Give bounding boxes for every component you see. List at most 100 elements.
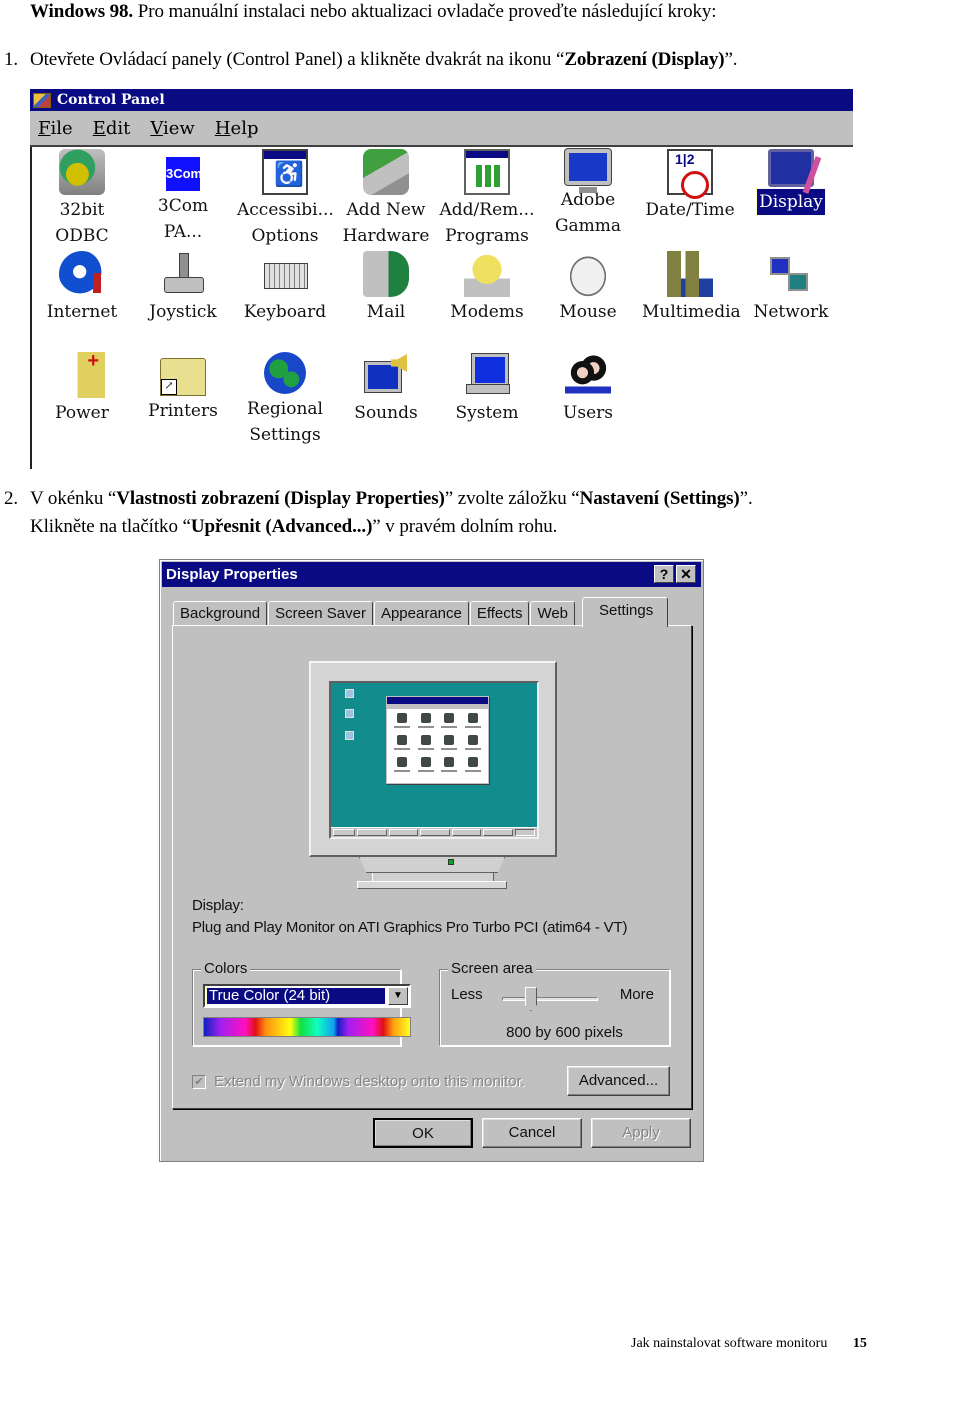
power-icon <box>59 350 105 398</box>
step1-number: 1. <box>4 49 19 70</box>
control-panel-item-regional-settings[interactable]: Regional Settings <box>235 352 335 448</box>
control-panel-item-label: Add New <box>346 200 426 220</box>
control-panel-item-keyboard[interactable]: Keyboard <box>235 251 335 325</box>
control-panel-item-label-line2: Options <box>251 226 319 246</box>
extend-desktop-checkbox[interactable]: ✔ Extend my Windows desktop onto this mo… <box>192 1073 525 1090</box>
control-panel-item-label: Joystick <box>149 302 217 322</box>
control-panel-item-label: Add/Rem... <box>439 200 535 220</box>
control-panel-folder-icon <box>33 92 51 108</box>
control-panel-item-label: Mouse <box>559 302 617 322</box>
display-properties-titlebar[interactable]: Display Properties ? ✕ <box>162 562 701 587</box>
control-panel-item-label: Regional <box>247 399 323 419</box>
control-panel-item-adobe-gamma[interactable]: Adobe Gamma <box>538 148 638 239</box>
control-panel-item-label-line2: ODBC <box>55 226 109 246</box>
slider-track[interactable] <box>502 997 598 1001</box>
mini-control-panel-window <box>386 696 489 784</box>
mini-my-computer-icon <box>337 689 361 699</box>
control-panel-item-label: 3Com <box>157 196 209 216</box>
monitor-preview <box>309 661 557 857</box>
less-label: Less <box>451 986 483 1003</box>
step2-text: ” zvolte záložku “ <box>444 488 580 509</box>
step2-text: V okénku “ <box>30 488 117 509</box>
control-panel-item-label: Date/Time <box>645 200 735 220</box>
tab-web[interactable]: Web <box>530 601 576 626</box>
step1-paragraph: 1. Otevřete Ovládací panely (Control Pane… <box>4 49 738 71</box>
control-panel-item-mouse[interactable]: Mouse <box>538 251 638 325</box>
monitor-preview-screen <box>329 681 539 839</box>
intro-paragraph: Windows 98. Pro manuální instalaci nebo … <box>30 1 717 23</box>
step1-text-before: Otevřete Ovládací panely (Control Panel)… <box>30 49 565 70</box>
tab-screen-saver[interactable]: Screen Saver <box>268 601 373 626</box>
intro-bold: Windows 98. <box>30 1 134 22</box>
tab-settings[interactable]: Settings <box>582 597 669 627</box>
control-panel-item-network[interactable]: Network <box>741 251 841 325</box>
more-label: More <box>619 986 654 1003</box>
mouse-icon <box>565 251 611 297</box>
tab-appearance[interactable]: Appearance <box>373 601 469 626</box>
control-panel-item-add-remove-programs[interactable]: Add/Rem... Programs <box>437 149 537 249</box>
control-panel-item-multimedia[interactable]: Multimedia <box>640 251 741 325</box>
step2-bold-advanced: Upřesnit (Advanced...) <box>190 516 373 537</box>
mini-window-icons <box>387 709 488 779</box>
control-panel-item-label: Printers <box>148 401 218 421</box>
system-icon <box>464 352 510 398</box>
step2-number: 2. <box>4 488 19 509</box>
menu-file[interactable]: File <box>38 118 73 139</box>
control-panel-item-modems[interactable]: Modems <box>437 251 537 325</box>
control-panel-item-mail[interactable]: Mail <box>336 251 436 325</box>
control-panel-item-printers[interactable]: Printers <box>133 352 233 424</box>
modems-icon <box>464 251 510 297</box>
display-label: Display: <box>192 897 244 914</box>
ok-button[interactable]: OK <box>373 1118 473 1148</box>
control-panel-item-date-time[interactable]: Date/Time <box>640 149 740 223</box>
control-panel-item-system[interactable]: System <box>437 352 537 426</box>
printers-icon <box>160 358 206 396</box>
mini-control-panel-icon <box>462 713 484 731</box>
screen-resolution-value: 800 by 600 pixels <box>506 1024 623 1041</box>
control-panel-item-3com[interactable]: 3Com 3Com PA... <box>133 149 233 245</box>
checkbox-check-icon[interactable]: ✔ <box>192 1074 206 1089</box>
control-panel-item-label: Sounds <box>354 403 418 423</box>
menu-help[interactable]: Help <box>215 118 259 139</box>
screen-area-slider[interactable] <box>502 987 598 1013</box>
control-panel-item-accessibility[interactable]: Accessibi... Options <box>235 149 335 249</box>
control-panel-item-power[interactable]: Power <box>32 350 132 426</box>
3com-icon: 3Com <box>166 157 202 191</box>
control-panel-item-internet[interactable]: Internet <box>32 251 132 325</box>
control-panel-item-odbc[interactable]: 32bit ODBC <box>32 149 132 249</box>
chevron-down-icon[interactable]: ▼ <box>388 987 408 1005</box>
mini-network-icon <box>337 709 361 719</box>
control-panel-item-joystick[interactable]: Joystick <box>133 251 233 325</box>
screen-area-groupbox: Screen area Less More 800 by 600 pixels <box>439 960 670 1046</box>
step2-bold-settings: Nastavení (Settings) <box>579 488 740 509</box>
mini-control-panel-icon <box>391 735 413 753</box>
menu-view[interactable]: View <box>150 118 195 139</box>
adobe-gamma-icon <box>564 148 612 193</box>
control-panel-item-display[interactable]: Display <box>741 149 841 216</box>
control-panel-item-users[interactable]: Users <box>538 352 638 426</box>
colors-dropdown[interactable]: True Color (24 bit) ▼ <box>203 984 411 1008</box>
control-panel-titlebar[interactable]: Control Panel <box>30 89 853 111</box>
tab-background[interactable]: Background <box>173 601 268 626</box>
display-properties-dialog: Display Properties ? ✕ Background Screen… <box>159 559 704 1162</box>
menu-edit[interactable]: Edit <box>93 118 131 139</box>
apply-button[interactable]: Apply <box>591 1118 691 1148</box>
control-panel-item-label: Mail <box>366 302 406 322</box>
control-panel-item-label-line2: Hardware <box>342 226 430 246</box>
help-button[interactable]: ? <box>654 565 674 583</box>
control-panel-item-label-line2: Gamma <box>554 216 622 236</box>
tab-effects[interactable]: Effects <box>469 601 530 626</box>
control-panel-item-add-hardware[interactable]: Add New Hardware <box>336 149 436 249</box>
mini-task-button <box>451 829 482 836</box>
slider-thumb[interactable] <box>524 987 537 1011</box>
advanced-button[interactable]: Advanced... <box>567 1066 670 1096</box>
keyboard-icon <box>262 251 308 297</box>
step2-paragraph: 2. V okénku “Vlastnosti zobrazení (Displa… <box>4 488 753 510</box>
cancel-button[interactable]: Cancel <box>482 1118 582 1148</box>
screen-area-legend: Screen area <box>448 960 536 977</box>
monitor-neck <box>359 857 505 873</box>
control-panel-item-sounds[interactable]: Sounds <box>336 352 436 426</box>
close-button[interactable]: ✕ <box>676 565 696 583</box>
control-panel-item-label: 32bit <box>59 200 105 220</box>
step2-bold-display-properties: Vlastnosti zobrazení (Display Properties… <box>116 488 445 509</box>
